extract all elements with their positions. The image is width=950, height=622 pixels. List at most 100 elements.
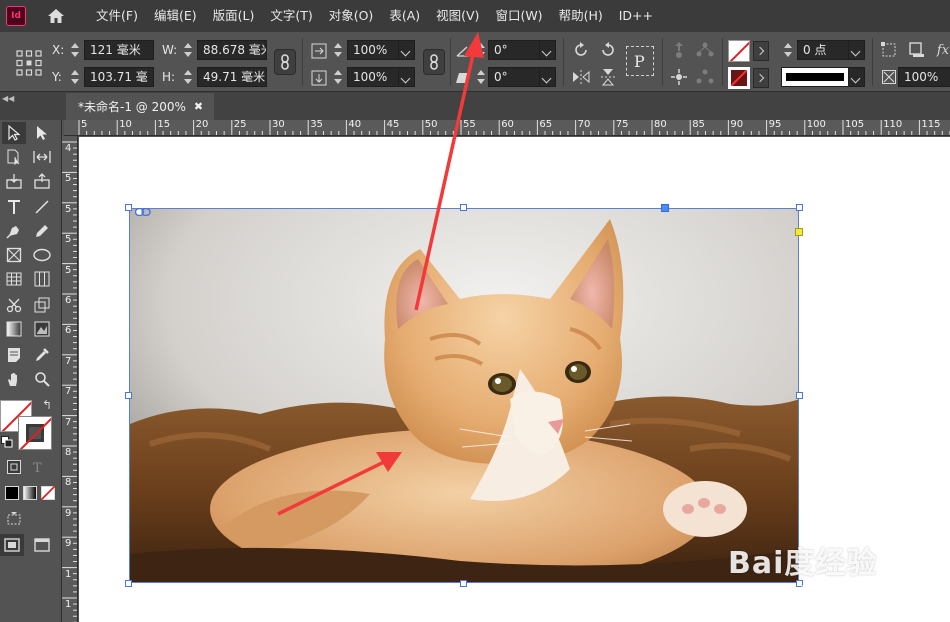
flip-horizontal-icon[interactable] — [570, 66, 592, 88]
selection-handle-bottom-left[interactable] — [125, 580, 132, 587]
pencil-tool-icon[interactable] — [30, 220, 54, 242]
shear-dropdown[interactable] — [540, 67, 556, 87]
grid-tool-icon[interactable] — [30, 268, 54, 290]
scale-y-spinner[interactable] — [331, 68, 345, 86]
frame-fitting-icon[interactable] — [878, 39, 900, 61]
kitten-image-frame[interactable] — [129, 208, 799, 583]
stroke-swatch-none[interactable] — [728, 67, 750, 89]
reference-point-icon[interactable] — [16, 50, 42, 76]
x-field[interactable]: 121 毫米 — [84, 40, 154, 60]
constrain-scale-button[interactable] — [423, 49, 445, 75]
fill-swatch-none[interactable] — [728, 40, 750, 62]
home-icon[interactable] — [36, 0, 76, 32]
gradient-swatch-tool-icon[interactable] — [2, 318, 26, 340]
stroke-weight-spinner[interactable] — [781, 41, 795, 59]
page-tool-icon[interactable] — [2, 146, 26, 168]
menu-idplus[interactable]: ID++ — [611, 0, 661, 32]
rotate-clockwise-icon[interactable] — [570, 39, 592, 61]
drop-shadow-icon[interactable] — [906, 39, 928, 61]
gap-tool-icon[interactable] — [30, 146, 54, 168]
select-content-icon[interactable] — [694, 39, 716, 61]
eyedropper-tool-icon[interactable] — [30, 344, 54, 366]
shear-spinner[interactable] — [474, 68, 488, 86]
document-tab[interactable]: *未命名-1 @ 200% ✖ — [66, 93, 214, 120]
menu-type[interactable]: 文字(T) — [262, 0, 320, 32]
constrain-proportions-button[interactable] — [274, 49, 296, 75]
selection-handle-bottom-center[interactable] — [460, 580, 467, 587]
proxy-p-icon[interactable]: P — [626, 46, 654, 76]
preview-mode-icon[interactable] — [30, 534, 54, 556]
stroke-swatch-menu[interactable] — [753, 68, 769, 88]
shear-field[interactable]: 0° — [488, 67, 540, 87]
menu-layout[interactable]: 版面(L) — [205, 0, 263, 32]
stroke-type-field[interactable] — [781, 67, 849, 87]
selection-handle-middle-right[interactable] — [796, 392, 803, 399]
note-tool-icon[interactable] — [2, 344, 26, 366]
scale-x-spinner[interactable] — [331, 41, 345, 59]
menu-edit[interactable]: 编辑(E) — [146, 0, 205, 32]
content-grabber-handle[interactable] — [661, 204, 669, 212]
zoom-tool-icon[interactable] — [30, 368, 54, 390]
vertical-ruler[interactable]: 4 5 5 5 5 6 6 7 7 7 8 8 9 9 1 1 — [62, 136, 78, 622]
w-spinner[interactable] — [181, 41, 195, 59]
screen-mode-icon[interactable] — [2, 508, 26, 530]
horizontal-ruler[interactable]: 5 10 15 20 25 30 35 40 45 50 55 60 65 70 75 80 85 90 95 100… — [64, 120, 950, 136]
rotate-field[interactable]: 0° — [488, 40, 540, 60]
select-previous-icon[interactable] — [668, 66, 690, 88]
gradient-feather-tool-icon[interactable] — [30, 318, 54, 340]
effects-fx-icon[interactable]: fx — [932, 39, 950, 61]
line-tool-icon[interactable] — [30, 196, 54, 218]
menu-file[interactable]: 文件(F) — [88, 0, 146, 32]
flip-vertical-icon[interactable] — [597, 66, 619, 88]
formatting-container-icon[interactable] — [2, 456, 26, 478]
scale-y-dropdown[interactable] — [399, 67, 415, 87]
stroke-weight-dropdown[interactable] — [849, 40, 865, 60]
default-fill-stroke-icon[interactable] — [1, 436, 13, 448]
select-container-icon[interactable] — [668, 39, 690, 61]
select-next-icon[interactable] — [694, 66, 716, 88]
close-tab-icon[interactable]: ✖ — [194, 100, 203, 113]
scale-y-field[interactable]: 100% — [347, 67, 399, 87]
selection-tool-icon[interactable] — [2, 122, 26, 144]
stroke-proxy-swatch[interactable] — [18, 416, 52, 450]
pen-tool-icon[interactable] — [2, 220, 26, 242]
scale-x-field[interactable]: 100% — [347, 40, 399, 60]
menu-view[interactable]: 视图(V) — [428, 0, 487, 32]
scissors-tool-icon[interactable] — [2, 294, 26, 316]
rotate-counterclockwise-icon[interactable] — [597, 39, 619, 61]
h-field[interactable]: 49.71 毫米 — [197, 67, 267, 87]
menu-help[interactable]: 帮助(H) — [551, 0, 611, 32]
rectangle-frame-tool-icon[interactable] — [2, 244, 26, 266]
selection-handle-top-center[interactable] — [460, 204, 467, 211]
hand-tool-icon[interactable] — [2, 368, 26, 390]
h-spinner[interactable] — [181, 68, 195, 86]
live-corner-handle[interactable] — [795, 228, 803, 236]
free-transform-tool-icon[interactable] — [30, 294, 54, 316]
opacity-field[interactable]: 100% — [898, 67, 950, 87]
rotate-spinner[interactable] — [474, 41, 488, 59]
menu-object[interactable]: 对象(O) — [321, 0, 382, 32]
rotate-dropdown[interactable] — [540, 40, 556, 60]
selection-handle-top-left[interactable] — [125, 204, 132, 211]
stroke-weight-field[interactable]: 0 点 — [797, 40, 849, 60]
content-placer-tool-icon[interactable] — [30, 170, 54, 192]
fill-swatch-menu[interactable] — [753, 41, 769, 61]
normal-view-icon[interactable] — [0, 534, 24, 556]
scale-x-dropdown[interactable] — [399, 40, 415, 60]
link-status-icon[interactable] — [134, 205, 151, 217]
content-collector-tool-icon[interactable] — [2, 170, 26, 192]
stroke-type-dropdown[interactable] — [849, 67, 865, 87]
apply-none-icon[interactable] — [36, 482, 60, 504]
menu-window[interactable]: 窗口(W) — [487, 0, 550, 32]
table-tool-icon[interactable] — [2, 268, 26, 290]
y-field[interactable]: 103.71 毫 — [84, 67, 154, 87]
formatting-text-icon[interactable]: T — [26, 456, 50, 478]
ellipse-tool-icon[interactable] — [30, 244, 54, 266]
menu-table[interactable]: 表(A) — [381, 0, 428, 32]
collapse-panel-icon[interactable]: ◀◀ — [2, 94, 14, 103]
selection-handle-middle-left[interactable] — [125, 392, 132, 399]
y-spinner[interactable] — [68, 68, 82, 86]
direct-selection-tool-icon[interactable] — [30, 122, 54, 144]
swap-fill-stroke-icon[interactable]: ↰ — [42, 398, 52, 412]
w-field[interactable]: 88.678 毫米 — [197, 40, 267, 60]
